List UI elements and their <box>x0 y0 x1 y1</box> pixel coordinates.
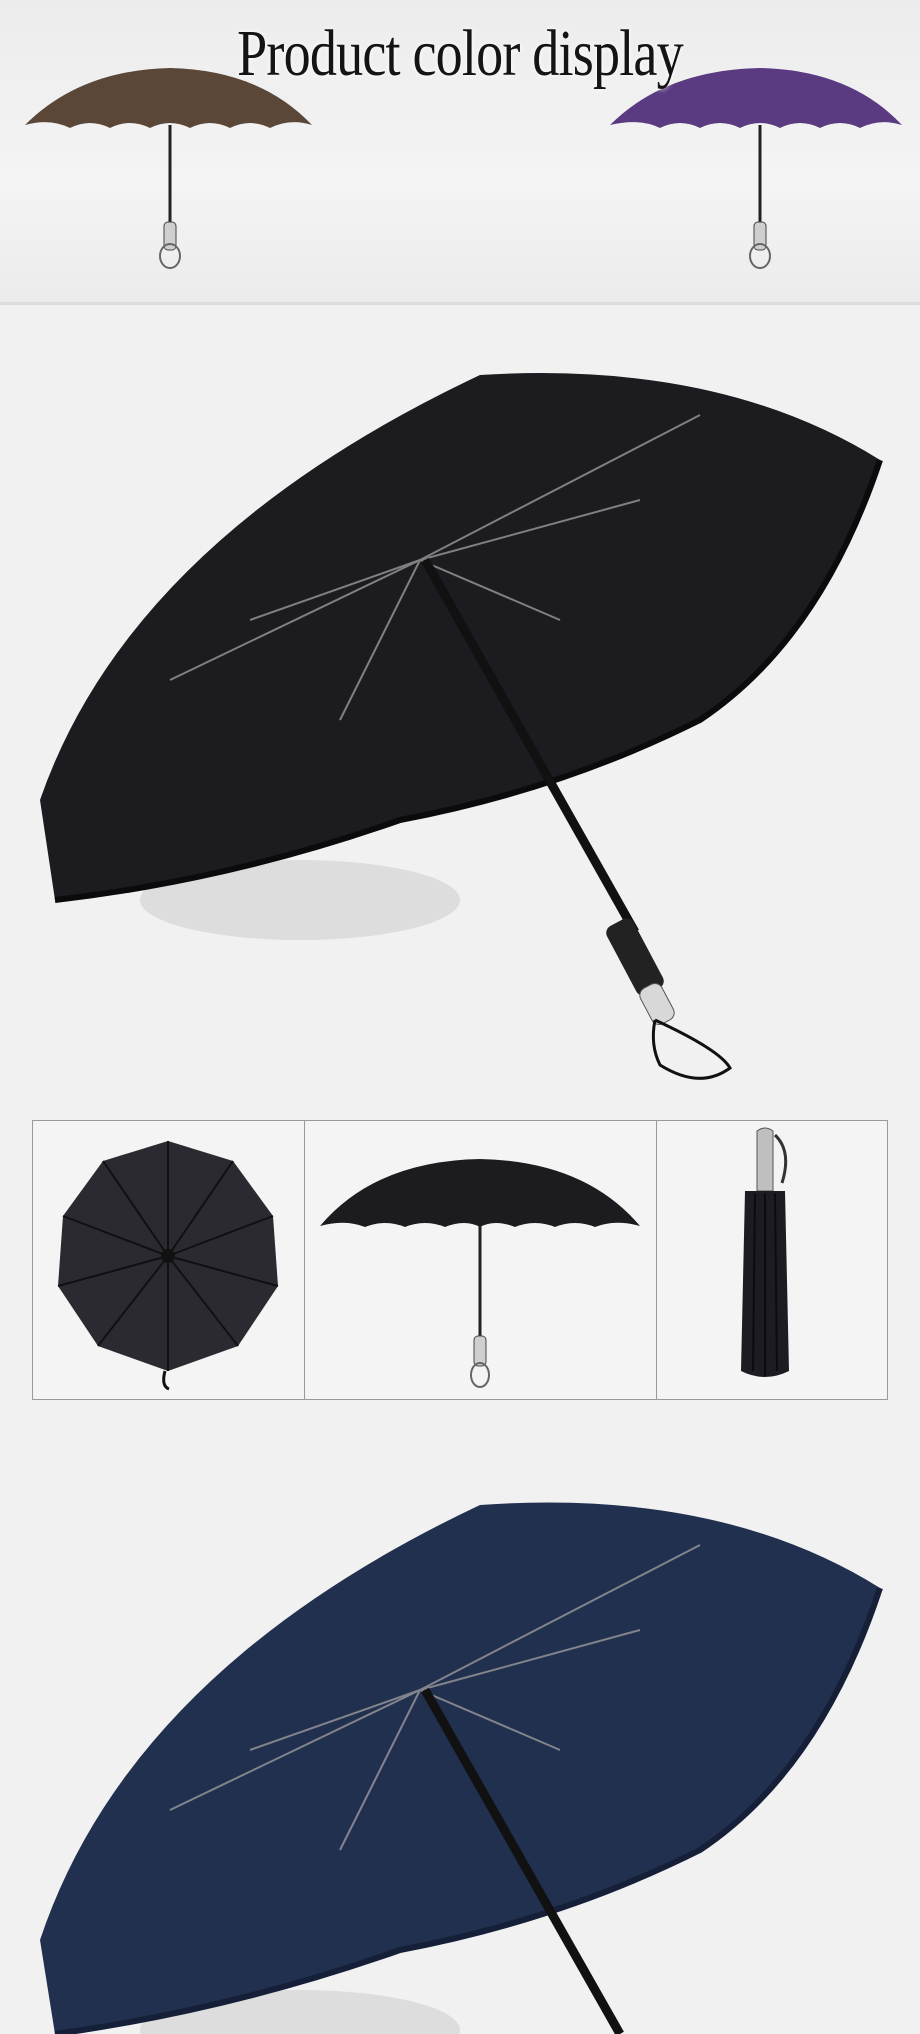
umbrella-folded-image <box>741 1127 789 1377</box>
banner-title: Product color display <box>237 17 684 90</box>
brown-umbrella-image <box>25 68 312 269</box>
umbrella-top-view-image <box>57 1141 279 1391</box>
top-view-cell <box>33 1121 305 1399</box>
umbrella-views-grid <box>32 1120 888 1400</box>
banner-divider <box>0 302 920 305</box>
color-display-banner: Product color display <box>0 0 920 305</box>
navy-umbrella-image <box>40 1502 883 2034</box>
folded-view-cell <box>657 1121 887 1399</box>
side-view-cell <box>305 1121 657 1399</box>
navy-umbrella-hero <box>0 1440 920 2034</box>
black-umbrella-hero <box>0 320 920 1100</box>
purple-umbrella-image <box>610 68 902 269</box>
black-umbrella-image <box>40 373 883 1080</box>
umbrella-side-view-image <box>320 1159 640 1388</box>
